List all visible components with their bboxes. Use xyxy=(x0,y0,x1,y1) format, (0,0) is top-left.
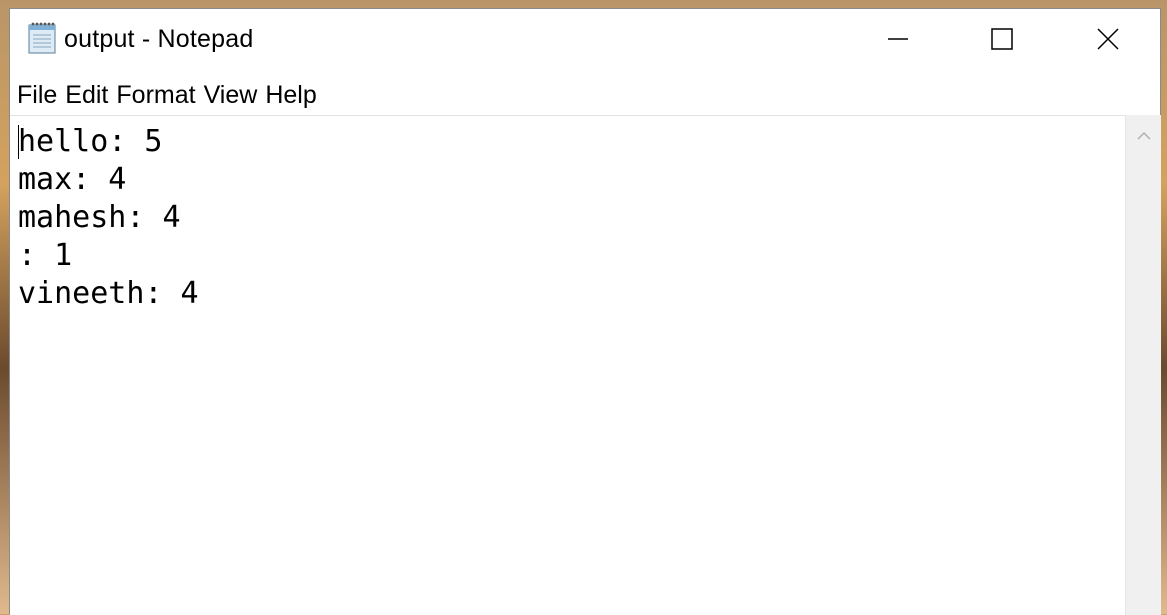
menu-format[interactable]: Format xyxy=(115,75,202,115)
scroll-up-button[interactable] xyxy=(1126,121,1162,151)
editor-content[interactable]: hello: 5 max: 4 mahesh: 4: 1 vineeth: 4 xyxy=(18,123,199,313)
editor-line: max: 4 xyxy=(18,162,127,197)
title-bar[interactable]: output - Notepad xyxy=(10,9,1160,75)
menu-bar: File Edit Format View Help xyxy=(10,75,1160,115)
editor-line: vineeth: 4 xyxy=(18,276,199,311)
vertical-scrollbar[interactable] xyxy=(1125,115,1161,615)
notepad-icon[interactable] xyxy=(24,21,60,55)
menu-view[interactable]: View xyxy=(203,75,265,115)
menu-edit[interactable]: Edit xyxy=(64,75,115,115)
minimize-icon xyxy=(888,38,908,40)
editor-line: hello: 5 xyxy=(18,124,163,159)
text-editor[interactable]: hello: 5 max: 4 mahesh: 4: 1 vineeth: 4 xyxy=(10,115,1125,615)
menu-help[interactable]: Help xyxy=(264,75,323,115)
minimize-button[interactable] xyxy=(852,9,944,69)
notepad-window: output - Notepad File Edit Format View H… xyxy=(9,8,1161,615)
maximize-button[interactable] xyxy=(956,9,1048,69)
chevron-up-icon xyxy=(1137,131,1151,140)
window-title: output - Notepad xyxy=(64,25,254,53)
close-button[interactable] xyxy=(1062,9,1154,69)
maximize-icon xyxy=(991,28,1013,50)
editor-line: mahesh: 4 xyxy=(18,200,181,235)
menu-file[interactable]: File xyxy=(16,75,64,115)
close-icon xyxy=(1097,28,1119,50)
editor-line: : 1 xyxy=(18,238,73,273)
